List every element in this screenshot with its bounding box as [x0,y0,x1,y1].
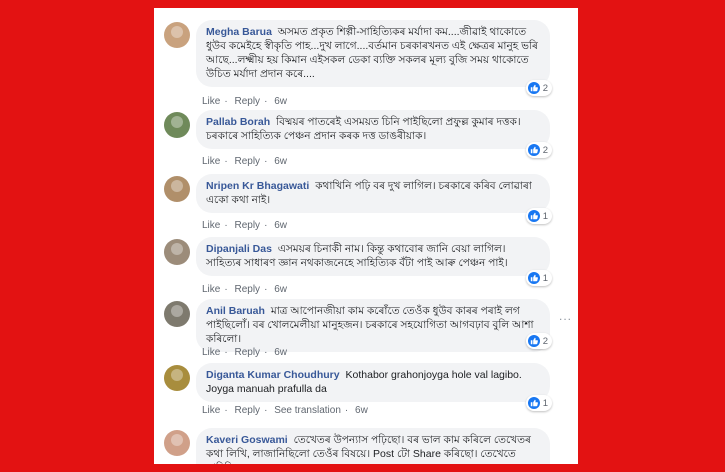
timestamp[interactable]: 6w [274,220,287,231]
commenter-name[interactable]: Anil Baruah [206,305,265,317]
timestamp[interactable]: 6w [274,156,287,167]
avatar[interactable] [164,365,190,391]
avatar[interactable] [164,22,190,48]
avatar[interactable] [164,239,190,265]
like-link[interactable]: Like [202,284,220,295]
comments-panel: Megha Barua অসমত প্ৰকৃত শিল্পী-সাহিত্যিক… [154,8,578,464]
thumbs-up-icon [527,397,540,409]
comment-actions: Like · Reply · 6w [202,220,287,231]
comment-actions: Like · Reply · 6w [202,284,287,295]
reply-link[interactable]: Reply [234,96,260,107]
reply-link[interactable]: Reply [234,284,260,295]
reaction-count[interactable]: 2 [525,142,552,158]
timestamp[interactable]: 6w [274,347,287,358]
like-link[interactable]: Like [202,96,220,107]
thumbs-up-icon [527,144,540,156]
reaction-count[interactable]: 1 [525,208,552,224]
comment-bubble: Pallab Borah বিষ্ময়ৰ পাতৰেই এসময়ত চিনি… [196,110,550,149]
avatar[interactable] [164,301,190,327]
thumbs-up-icon [527,335,540,347]
like-link[interactable]: Like [202,405,220,416]
comment-actions: Like · Reply · 6w [202,96,287,107]
comment-bubble: Kaveri Goswami তেখেতৰ উপন্যাস পঢ়িছো। বৰ… [196,428,550,464]
avatar[interactable] [164,112,190,138]
commenter-name[interactable]: Pallab Borah [206,116,270,128]
comment-actions: Like · Reply · See translation · 6w [202,405,368,416]
comment-actions: Like · Reply · 6w [202,156,287,167]
reply-link[interactable]: Reply [234,347,260,358]
more-options-icon[interactable]: ... [559,309,572,323]
timestamp[interactable]: 6w [274,284,287,295]
reaction-count[interactable]: 2 [525,333,552,349]
like-link[interactable]: Like [202,220,220,231]
commenter-name[interactable]: Kaveri Goswami [206,434,288,446]
comment-bubble: Diganta Kumar Choudhury Kothabor grahonj… [196,363,550,402]
reply-link[interactable]: Reply [234,220,260,231]
comment-actions: Like · Reply · 6w [202,347,287,358]
comment-bubble: Anil Baruah মাত্ৰ আপোনজীয়া কাম কৰোঁতে ত… [196,299,550,352]
avatar[interactable] [164,176,190,202]
avatar[interactable] [164,430,190,456]
reaction-count[interactable]: 2 [525,80,552,96]
comment-bubble: Megha Barua অসমত প্ৰকৃত শিল্পী-সাহিত্যিক… [196,20,550,87]
thumbs-up-icon [527,210,540,222]
reaction-count[interactable]: 1 [525,270,552,286]
commenter-name[interactable]: Nripen Kr Bhagawati [206,180,309,192]
comment-bubble: Dipanjali Das এসময়ৰ চিনাকী নাম। কিন্তু … [196,237,550,276]
reaction-count[interactable]: 1 [525,395,552,411]
commenter-name[interactable]: Dipanjali Das [206,243,272,255]
comment-bubble: Nripen Kr Bhagawati কথাখিনি পঢ়ি বৰ দুখ … [196,174,550,213]
like-link[interactable]: Like [202,347,220,358]
thumbs-up-icon [527,272,540,284]
like-link[interactable]: Like [202,156,220,167]
see-translation-link[interactable]: See translation [274,405,341,416]
commenter-name[interactable]: Diganta Kumar Choudhury [206,369,340,381]
reply-link[interactable]: Reply [234,405,260,416]
timestamp[interactable]: 6w [274,96,287,107]
reply-link[interactable]: Reply [234,156,260,167]
timestamp[interactable]: 6w [355,405,368,416]
commenter-name[interactable]: Megha Barua [206,26,272,38]
thumbs-up-icon [527,82,540,94]
